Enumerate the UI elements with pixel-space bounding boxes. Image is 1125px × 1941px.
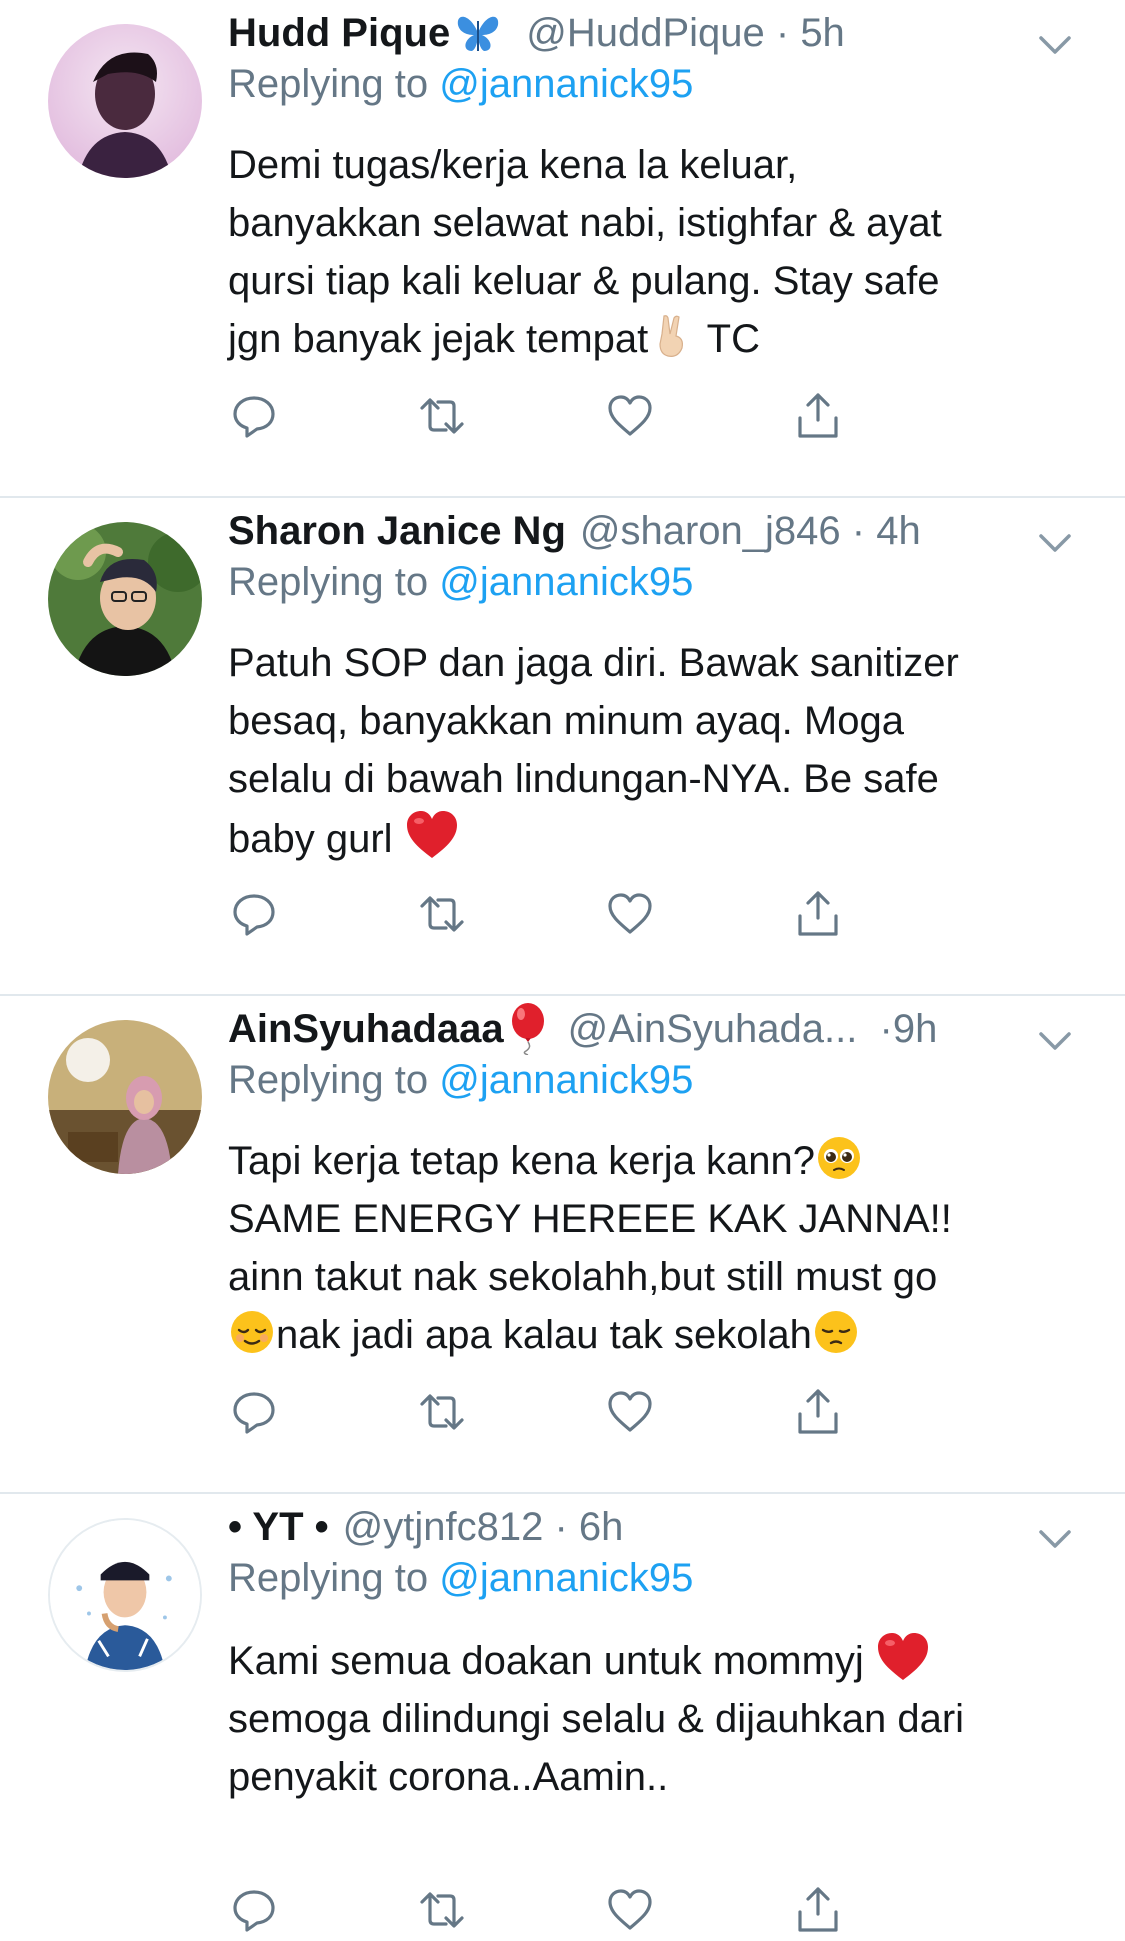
mention-link[interactable]: @jannanick95 — [439, 62, 693, 106]
text-span: Kami semua doakan untuk mommyj — [228, 1639, 875, 1683]
text-line: Demi tugas/kerja kena la keluar, — [228, 143, 798, 187]
reply-icon[interactable] — [228, 390, 280, 442]
text-line: semoga dilindungi selalu & dijauhkan dar… — [228, 1697, 965, 1741]
text-line: banyakkan selawat nabi, istighfar & ayat — [228, 201, 942, 245]
text-line: Kami semua doakan untuk mommyj — [228, 1630, 1088, 1690]
reply-icon[interactable] — [228, 888, 280, 940]
relieved-face-icon — [228, 1308, 276, 1356]
replying-label: Replying to — [228, 1556, 429, 1600]
replying-to: Replying to @jannanick95 — [228, 1556, 693, 1601]
text-line: jgn banyak jejak tempat TC — [228, 310, 1088, 368]
avatar[interactable] — [48, 24, 202, 178]
timestamp[interactable]: 4h — [876, 509, 921, 554]
like-heart-icon[interactable] — [604, 1884, 656, 1936]
text-span: Tapi kerja tetap kena kerja kann? — [228, 1139, 816, 1183]
reply-tweet[interactable]: AinSyuhadaaa @AinSyuhada... · 9h Replyin… — [0, 996, 1125, 1494]
text-line: baby gurl — [228, 808, 1088, 868]
like-heart-icon[interactable] — [604, 888, 656, 940]
avatar[interactable] — [48, 1518, 202, 1672]
text-span: jgn banyak jejak tempat — [228, 317, 649, 361]
action-bar — [228, 1386, 988, 1438]
chevron-down-icon[interactable] — [1033, 1018, 1077, 1062]
text-span: TC — [696, 317, 760, 361]
replying-to: Replying to @jannanick95 — [228, 1058, 693, 1103]
replying-to: Replying to @jannanick95 — [228, 560, 693, 605]
share-icon[interactable] — [792, 888, 844, 940]
timestamp-dot: · — [857, 1006, 893, 1051]
text-line: penyakit corona..Aamin.. — [228, 1755, 669, 1799]
avatar[interactable] — [48, 522, 202, 676]
pleading-face-icon — [815, 1134, 863, 1182]
text-line: nak jadi apa kalau tak sekolah — [228, 1306, 1088, 1364]
display-name[interactable]: Hudd Pique — [228, 11, 450, 56]
text-line: Patuh SOP dan jaga diri. Bawak sanitizer — [228, 641, 959, 685]
timestamp-dot: · — [764, 10, 801, 55]
reply-tweet[interactable]: • YT • @ytjnfc812 · 6h Replying to @jann… — [0, 1494, 1125, 1932]
action-bar — [228, 1884, 988, 1936]
action-bar — [228, 390, 988, 442]
retweet-icon[interactable] — [416, 1884, 468, 1936]
handle[interactable]: @sharon_j846 — [580, 509, 841, 554]
display-name[interactable]: • YT • — [228, 1505, 329, 1550]
chevron-down-icon[interactable] — [1033, 520, 1077, 564]
text-span: nak jadi apa kalau tak sekolah — [276, 1313, 812, 1357]
tweet-text: Demi tugas/kerja kena la keluar, banyakk… — [228, 136, 1088, 368]
replying-label: Replying to — [228, 1058, 429, 1102]
handle[interactable]: @AinSyuhada... — [568, 1007, 858, 1052]
mention-link[interactable]: @jannanick95 — [439, 1556, 693, 1600]
text-line: besaq, banyakkan minum ayaq. Moga — [228, 699, 904, 743]
retweet-icon[interactable] — [416, 390, 468, 442]
text-line: ainn takut nak sekolahh,but still must g… — [228, 1255, 938, 1299]
replying-to: Replying to @jannanick95 — [228, 62, 693, 107]
tweet-text: Patuh SOP dan jaga diri. Bawak sanitizer… — [228, 634, 1088, 868]
like-heart-icon[interactable] — [604, 390, 656, 442]
share-icon[interactable] — [792, 1386, 844, 1438]
timestamp[interactable]: 9h — [893, 1007, 938, 1052]
tweet-text: Kami semua doakan untuk mommyj semoga di… — [228, 1630, 1088, 1806]
tweet-text: Tapi kerja tetap kena kerja kann? SAME E… — [228, 1132, 1088, 1364]
share-icon[interactable] — [792, 390, 844, 442]
reply-icon[interactable] — [228, 1884, 280, 1936]
share-icon[interactable] — [792, 1884, 844, 1936]
replying-label: Replying to — [228, 560, 429, 604]
text-line: selalu di bawah lindungan-NYA. Be safe — [228, 757, 939, 801]
display-name[interactable]: Sharon Janice Ng — [228, 509, 566, 554]
action-bar — [228, 888, 988, 940]
display-name[interactable]: AinSyuhadaaa — [228, 1007, 504, 1052]
retweet-icon[interactable] — [416, 1386, 468, 1438]
retweet-icon[interactable] — [416, 888, 468, 940]
timestamp-dot: · — [840, 508, 877, 553]
butterfly-icon — [454, 11, 502, 55]
timestamp[interactable]: 5h — [800, 11, 845, 56]
pensive-face-icon — [812, 1308, 860, 1356]
reply-tweet[interactable]: Sharon Janice Ng @sharon_j846 · 4h Reply… — [0, 498, 1125, 996]
text-line: SAME ENERGY HEREEE KAK JANNA!! — [228, 1197, 952, 1241]
balloon-icon — [508, 1003, 548, 1056]
red-heart-icon — [404, 808, 460, 860]
text-span: baby gurl — [228, 817, 404, 861]
text-line: Tapi kerja tetap kena kerja kann? — [228, 1132, 1088, 1190]
handle[interactable]: @ytjnfc812 — [343, 1505, 544, 1550]
handle[interactable]: @HuddPique — [526, 11, 765, 56]
reply-tweet[interactable]: Hudd Pique @HuddPique · 5h Replying to @… — [0, 0, 1125, 498]
chevron-down-icon[interactable] — [1033, 1516, 1077, 1560]
red-heart-icon — [875, 1630, 931, 1682]
chevron-down-icon[interactable] — [1033, 22, 1077, 66]
timestamp-dot: · — [543, 1504, 579, 1549]
mention-link[interactable]: @jannanick95 — [439, 1058, 693, 1102]
avatar[interactable] — [48, 1020, 202, 1174]
replying-label: Replying to — [228, 62, 429, 106]
text-line: qursi tiap kali keluar & pulang. Stay sa… — [228, 259, 940, 303]
reply-icon[interactable] — [228, 1386, 280, 1438]
mention-link[interactable]: @jannanick95 — [439, 560, 693, 604]
victory-hand-icon — [648, 312, 696, 360]
timestamp[interactable]: 6h — [579, 1505, 624, 1550]
like-heart-icon[interactable] — [604, 1386, 656, 1438]
